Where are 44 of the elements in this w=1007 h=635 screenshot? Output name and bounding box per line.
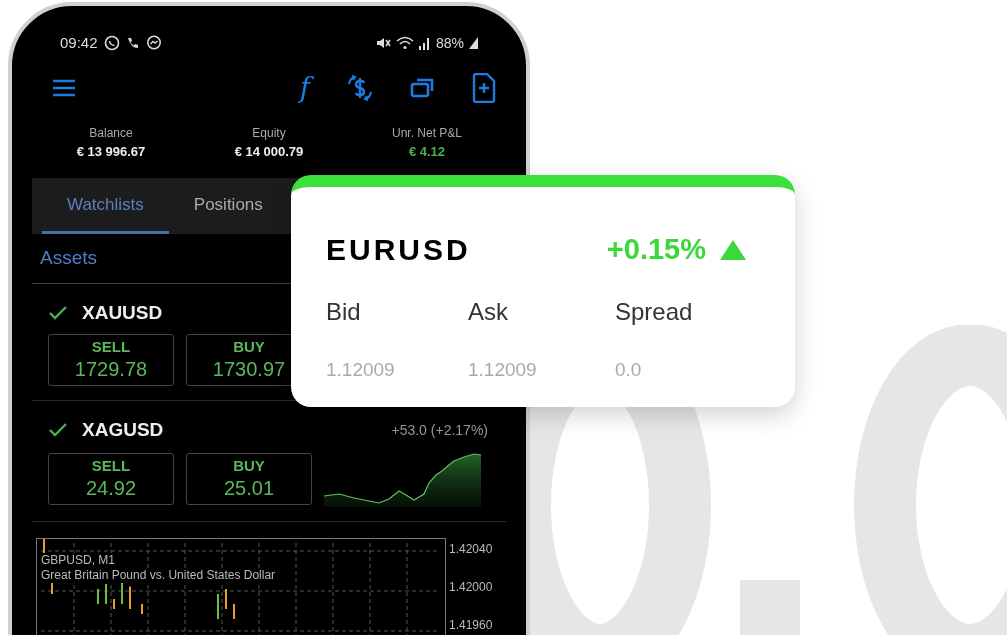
new-document-icon[interactable] xyxy=(472,73,496,103)
battery-percentage: 88% xyxy=(435,33,464,53)
chat-icon xyxy=(103,35,120,51)
summary-label: Equity xyxy=(252,125,286,143)
signal-icon xyxy=(418,36,431,50)
message-icon xyxy=(145,35,162,51)
quote-label: Spread xyxy=(615,297,694,327)
quote-value: 1.12009 xyxy=(468,358,538,382)
summary-value: € 14 000.79 xyxy=(234,143,304,162)
price-axis-label: 1.42000 xyxy=(449,579,493,596)
up-triangle-icon xyxy=(720,239,746,260)
quote-change: +0.15% xyxy=(606,231,706,267)
quote-label: Ask xyxy=(468,297,509,327)
summary-value: € 4.12 xyxy=(408,143,446,162)
chart-title: GBPUSD, M1 xyxy=(41,553,115,568)
quote-value: 0.0 xyxy=(615,358,643,382)
check-icon[interactable] xyxy=(48,305,68,321)
chart-subtitle: Great Britain Pound vs. United States Dollar xyxy=(41,568,276,583)
currency-exchange-icon[interactable] xyxy=(346,74,374,102)
tab[interactable]: Watchlists xyxy=(42,178,169,234)
quote-symbol: EURUSD xyxy=(326,232,471,268)
phone-icon xyxy=(125,36,140,50)
asset-symbol: XAGUSD xyxy=(82,417,164,442)
summary-label: Balance xyxy=(89,125,133,143)
wifi-icon xyxy=(395,36,414,50)
price-axis-label: 1.41960 xyxy=(449,617,493,634)
mute-icon xyxy=(375,36,391,50)
asset-symbol: XAUUSD xyxy=(82,300,163,325)
battery-icon xyxy=(469,37,478,49)
tab[interactable]: Positions xyxy=(168,178,288,234)
quote-label: Bid xyxy=(326,297,362,327)
price-change: +53.0 (+2.17%) xyxy=(391,420,488,440)
menu-icon[interactable] xyxy=(52,79,76,97)
price-axis-label: 1.42040 xyxy=(449,541,493,558)
section-title: Assets xyxy=(40,246,98,271)
sell-button[interactable]: SELL 24.92 xyxy=(48,453,174,505)
summary-label: Unr. Net P&L xyxy=(392,125,462,143)
quote-value: 1.12009 xyxy=(326,358,396,382)
clock: 09:42 xyxy=(60,32,98,53)
summary-value: € 13 996.67 xyxy=(76,143,146,162)
check-icon[interactable] xyxy=(48,422,68,438)
windows-icon[interactable] xyxy=(410,76,436,100)
buy-button[interactable]: BUY 25.01 xyxy=(186,453,312,505)
sell-button[interactable]: SELL 1729.78 xyxy=(48,334,174,386)
